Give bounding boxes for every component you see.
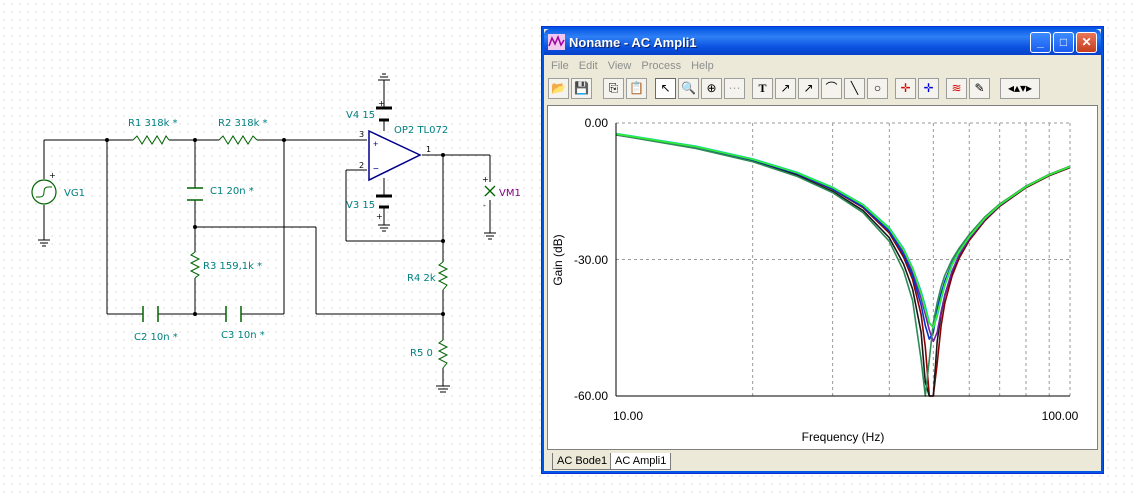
save-icon[interactable]: 💾: [571, 78, 592, 99]
op2-label: OP2 TL072: [394, 125, 448, 136]
menu-help[interactable]: Help: [686, 57, 719, 72]
copy-icon[interactable]: ⎘: [603, 78, 624, 99]
tab-ac-ampli1[interactable]: AC Ampli1: [610, 453, 672, 470]
analysis-window: Noname - AC Ampli1 _ □ ✕ File Edit View Pro…: [541, 26, 1104, 474]
zoom-in-icon[interactable]: 🔍: [678, 78, 699, 99]
series-line-5[interactable]: [615, 134, 1071, 397]
bode-chart: 0.00 -30.00 -60.00 10.00 100.00 Frequenc…: [551, 116, 1079, 444]
v3-plus: +: [376, 212, 383, 221]
pin-2: 2: [359, 161, 364, 170]
scroll-icon[interactable]: ◂▴▾▸: [1000, 78, 1040, 99]
x-tick-label-0: 10.00: [613, 409, 643, 423]
series-line-0[interactable]: [615, 133, 1071, 397]
y-tick-label-1: -30.00: [574, 253, 608, 267]
series-line-6[interactable]: [615, 133, 1071, 329]
x-tick-label-1: 100.00: [1042, 409, 1079, 423]
pin-3: 3: [359, 130, 364, 139]
close-button[interactable]: ✕: [1076, 32, 1097, 53]
cursor-b-icon[interactable]: ↗: [798, 78, 819, 99]
c1-label: C1 20n *: [210, 186, 254, 197]
schematic: + − VG1 R1 318k * R2 318k * C1 20n * R3 …: [31, 73, 521, 393]
minimize-button[interactable]: _: [1030, 32, 1051, 53]
r2-label: R2 318k *: [218, 118, 268, 129]
text-icon[interactable]: T: [752, 78, 773, 99]
series-line-1[interactable]: [615, 134, 1071, 397]
v4-label: V4 15: [346, 110, 375, 121]
v3-label: V3 15: [346, 200, 375, 211]
vm1-minus: -: [483, 201, 486, 210]
pointer-icon[interactable]: ↖: [655, 78, 676, 99]
svg-text:−: −: [373, 164, 379, 175]
line-icon[interactable]: ╲: [844, 78, 865, 99]
window-title: Noname - AC Ampli1: [569, 35, 697, 50]
add-curve-icon[interactable]: ≋: [946, 78, 967, 99]
pin-1: 1: [426, 145, 431, 154]
menu-process[interactable]: Process: [636, 57, 686, 72]
vg1-plus: +: [49, 171, 56, 180]
marker-icon[interactable]: ⌒: [821, 78, 842, 99]
vm1-label: VM1: [499, 188, 521, 199]
cursor-a-icon[interactable]: ↗: [775, 78, 796, 99]
app-icon: [548, 34, 565, 50]
y-tick-label-2: -60.00: [574, 389, 608, 403]
sheet-tabs: AC Bode1 AC Ampli1: [552, 453, 1092, 471]
paste-icon[interactable]: 📋: [626, 78, 647, 99]
open-icon[interactable]: 📂: [548, 78, 569, 99]
r5-label: R5 0: [410, 348, 433, 359]
maximize-button[interactable]: □: [1053, 32, 1074, 53]
series-line-3[interactable]: [615, 133, 1071, 340]
circle-icon[interactable]: ○: [867, 78, 888, 99]
menu-edit[interactable]: Edit: [574, 57, 603, 72]
r3-label: R3 159,1k *: [203, 261, 262, 272]
menu-view[interactable]: View: [603, 57, 637, 72]
zoom-100-icon[interactable]: ⊕: [701, 78, 722, 99]
r4-label: R4 2k: [407, 273, 436, 284]
r1-label: R1 318k *: [128, 118, 178, 129]
menu-file[interactable]: File: [546, 57, 574, 72]
series-line-4[interactable]: [615, 132, 1071, 329]
toolbar: 📂 💾 ⎘ 📋 ↖ 🔍 ⊕ ⋯ T ↗ ↗ ⌒ ╲ ○ ✛ ✛ ≋ ✎ ◂▴▾▸: [548, 77, 1097, 101]
vg1-label: VG1: [64, 188, 85, 199]
x-axis-label: Frequency (Hz): [802, 430, 885, 444]
title-bar[interactable]: Noname - AC Ampli1 _ □ ✕: [544, 29, 1101, 55]
tab-ac-bode1[interactable]: AC Bode1: [552, 453, 613, 470]
series-line-2[interactable]: [615, 133, 1071, 343]
cursor-blue-icon[interactable]: ✛: [918, 78, 939, 99]
probe-icon[interactable]: ✎: [969, 78, 990, 99]
c2-label: C2 10n *: [134, 332, 178, 343]
svg-text:+: +: [373, 139, 378, 149]
y-axis-label: Gain (dB): [551, 234, 565, 285]
grid-icon[interactable]: ⋯: [724, 78, 745, 99]
menu-bar: File Edit View Process Help: [546, 56, 1099, 74]
v4-plus: +: [378, 99, 385, 108]
plot-area[interactable]: 0.00 -30.00 -60.00 10.00 100.00 Frequenc…: [547, 105, 1098, 450]
c3-label: C3 10n *: [221, 330, 265, 341]
cursor-red-icon[interactable]: ✛: [895, 78, 916, 99]
vm1-plus: +: [482, 175, 489, 184]
y-tick-label-0: 0.00: [585, 116, 609, 130]
